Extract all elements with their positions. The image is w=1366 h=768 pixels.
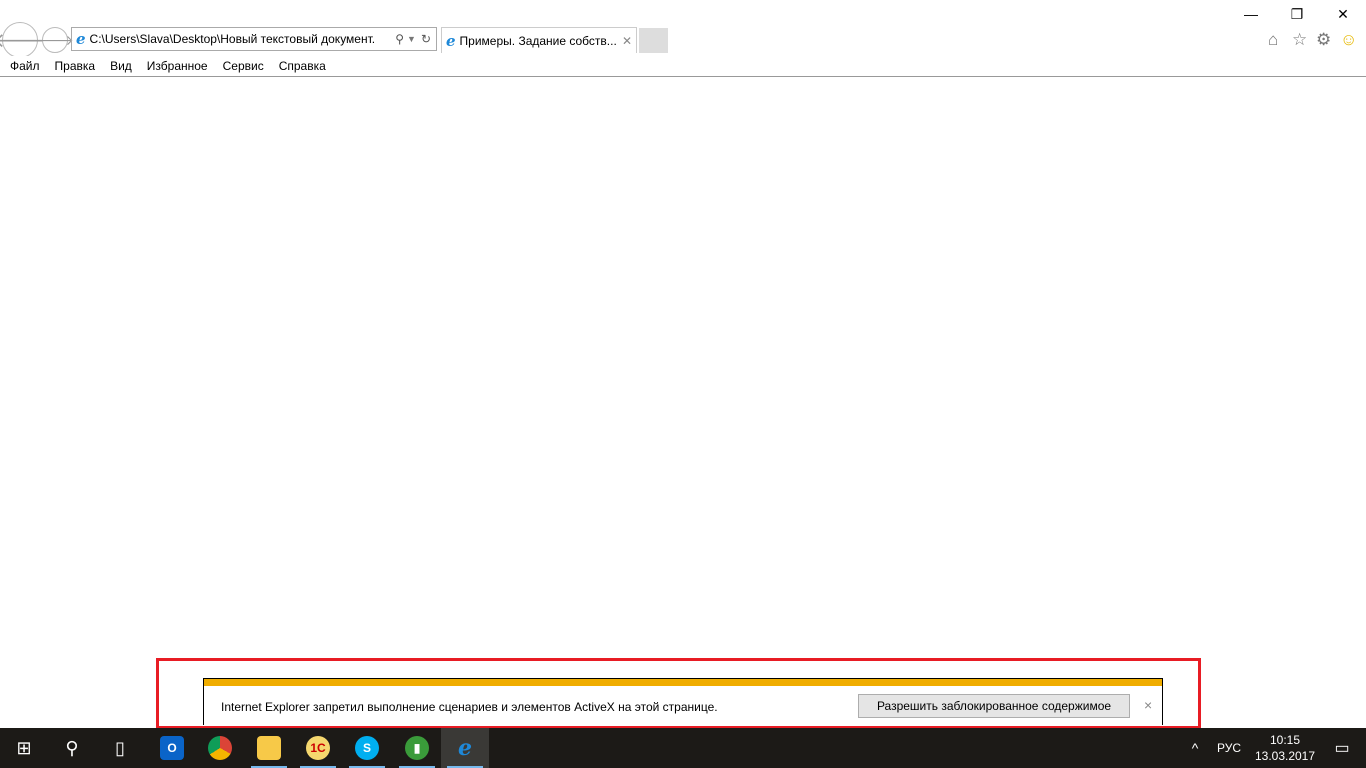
notifications-icon[interactable]: ▭ <box>1318 728 1366 768</box>
favorites-star-icon[interactable]: ☆ <box>1292 30 1307 50</box>
feedback-smiley-icon[interactable]: ☺ <box>1340 30 1357 50</box>
file-explorer-icon[interactable] <box>245 728 293 768</box>
show-hidden-icons-chevron-icon[interactable]: ^ <box>1180 728 1210 768</box>
skype-icon[interactable]: S <box>343 728 391 768</box>
taskbar: ⊞ ⚲ ▯ O 1С S ▮ e ^ РУС 10:15 13.03.2017 … <box>0 728 1366 768</box>
outlook-icon[interactable]: O <box>148 728 196 768</box>
stats-app-icon[interactable]: ▮ <box>393 728 441 768</box>
home-icon[interactable]: ⌂ <box>1268 30 1278 50</box>
dropdown-icon[interactable]: ▼ <box>407 34 416 44</box>
notification-message: Internet Explorer запретил выполнение сц… <box>221 700 718 714</box>
internet-explorer-icon[interactable]: e <box>441 728 489 768</box>
new-tab-button[interactable] <box>639 28 668 53</box>
address-input[interactable]: C:\Users\Slava\Desktop\Новый текстовый д… <box>90 32 393 46</box>
notification-bar: Internet Explorer запретил выполнение сц… <box>203 678 1163 725</box>
task-view-icon[interactable]: ▯ <box>96 728 144 768</box>
search-icon[interactable]: ⚲ <box>395 32 404 46</box>
notification-stripe <box>204 679 1162 686</box>
menu-edit[interactable]: Правка <box>55 59 96 73</box>
menu-tools[interactable]: Сервис <box>223 59 264 73</box>
chrome-icon[interactable] <box>196 728 244 768</box>
close-window-button[interactable]: ✕ <box>1320 0 1366 28</box>
tab-close-icon[interactable]: ✕ <box>622 34 632 48</box>
notification-close-icon[interactable]: × <box>1144 697 1152 713</box>
menu-bar: Файл Правка Вид Избранное Сервис Справка <box>0 56 1366 77</box>
gear-icon[interactable]: ⚙ <box>1316 30 1331 50</box>
menu-file[interactable]: Файл <box>10 59 40 73</box>
page-icon: e <box>76 30 86 48</box>
menu-view[interactable]: Вид <box>110 59 132 73</box>
start-windows-icon[interactable]: ⊞ <box>0 728 48 768</box>
address-bar[interactable]: e C:\Users\Slava\Desktop\Новый текстовый… <box>71 27 437 51</box>
clock[interactable]: 10:15 13.03.2017 <box>1250 732 1320 764</box>
language-indicator[interactable]: РУС <box>1212 728 1246 768</box>
search-icon[interactable]: ⚲ <box>48 728 96 768</box>
tab-active[interactable]: e Примеры. Задание собств... ✕ <box>441 27 637 53</box>
tab-title: Примеры. Задание собств... <box>459 33 617 48</box>
minimize-button[interactable]: — <box>1228 0 1274 28</box>
1c-icon[interactable]: 1С <box>294 728 342 768</box>
refresh-icon[interactable]: ↻ <box>421 32 431 46</box>
clock-date: 13.03.2017 <box>1254 749 1316 763</box>
ie-icon: e <box>446 31 456 50</box>
clock-time: 10:15 <box>1269 733 1301 747</box>
forward-button[interactable]: 🡒 <box>36 27 74 53</box>
back-button[interactable]: 🡐 <box>0 22 47 58</box>
menu-favorites[interactable]: Избранное <box>147 59 208 73</box>
restore-button[interactable]: ❐ <box>1274 0 1320 28</box>
menu-help[interactable]: Справка <box>279 59 326 73</box>
allow-blocked-content-button[interactable]: Разрешить заблокированное содержимое <box>858 694 1130 718</box>
